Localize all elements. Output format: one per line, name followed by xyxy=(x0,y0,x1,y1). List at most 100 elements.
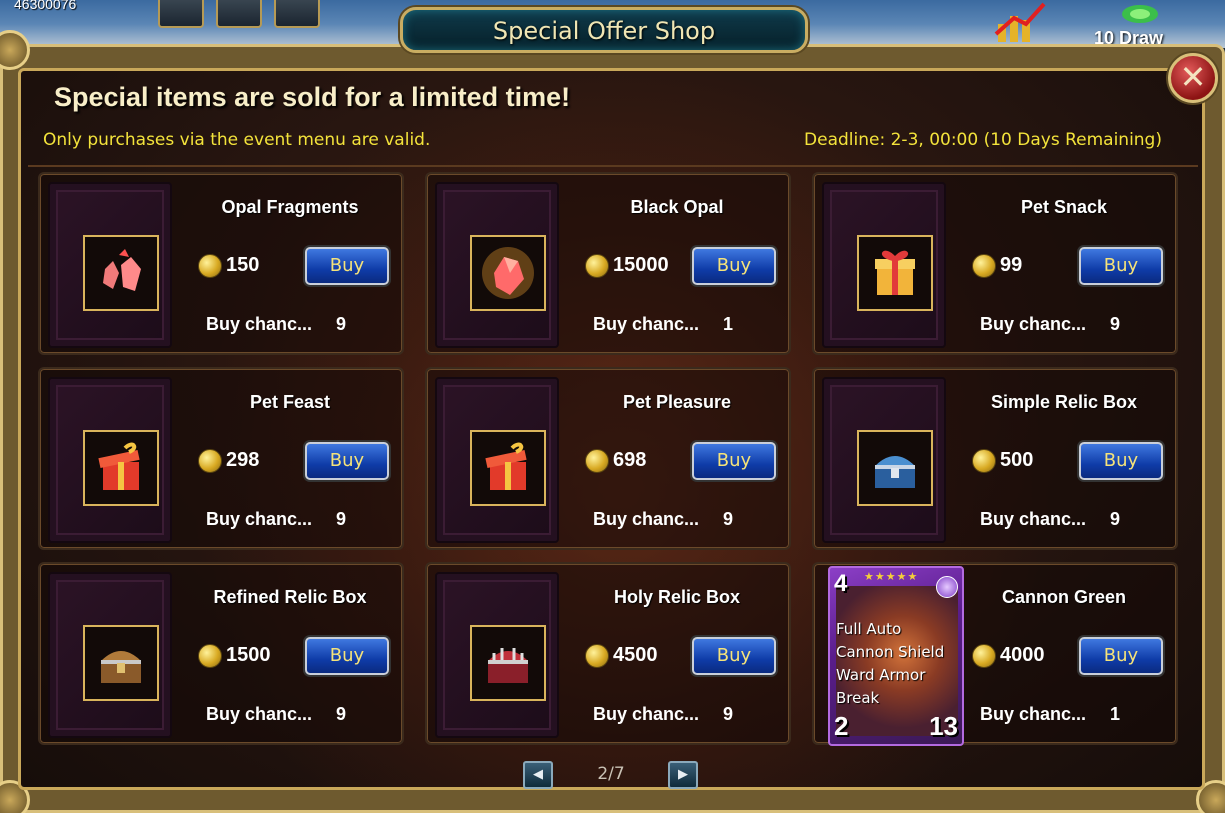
buy-button[interactable]: Buy xyxy=(692,442,776,480)
settings-button[interactable] xyxy=(216,0,262,28)
next-page-button[interactable]: ▶ xyxy=(668,761,698,789)
buy-button[interactable]: Buy xyxy=(692,247,776,285)
page-indicator: 2/7 xyxy=(597,764,625,784)
gold-coin-icon xyxy=(585,449,609,473)
shop-item-card: 4 ★★★★★ Full Auto Cannon Shield Ward Arm… xyxy=(812,562,1178,746)
item-slot xyxy=(822,182,946,348)
buy-chance-value: 9 xyxy=(336,704,347,724)
buy-chance-label: Buy chanc... xyxy=(593,509,700,529)
gold-coin-icon xyxy=(198,449,222,473)
divider xyxy=(28,165,1198,167)
item-slot xyxy=(48,377,172,543)
buy-chance-label: Buy chanc... xyxy=(593,314,700,334)
item-name: Holy Relic Box xyxy=(613,587,741,607)
buy-chance-label: Buy chanc... xyxy=(980,509,1087,529)
purchase-note: Only purchases via the event menu are va… xyxy=(43,130,431,150)
item-name: Refined Relic Box xyxy=(213,587,367,607)
buy-button[interactable]: Buy xyxy=(305,637,389,675)
gold-coin-icon xyxy=(972,644,996,668)
red-gift-icon xyxy=(470,430,546,506)
buy-button[interactable]: Buy xyxy=(305,442,389,480)
item-slot xyxy=(822,377,946,543)
gold-count: 46300076 xyxy=(14,0,77,12)
wooden-chest-icon xyxy=(83,625,159,701)
title-plate: Special Offer Shop xyxy=(400,7,808,53)
buy-chance-label: Buy chanc... xyxy=(206,509,313,529)
hero-skill: Break xyxy=(836,689,880,707)
item-name: Simple Relic Box xyxy=(990,392,1138,412)
buy-chance-label: Buy chanc... xyxy=(593,704,700,724)
deadline-text: Deadline: 2-3, 00:00 (10 Days Remaining) xyxy=(804,130,1162,150)
buy-button[interactable]: Buy xyxy=(1079,442,1163,480)
shop-item-card: Holy Relic Box 4500 Buy Buy chanc... 9 xyxy=(425,562,791,745)
prev-page-button[interactable]: ◀ xyxy=(523,761,553,789)
buy-chance-value: 9 xyxy=(1110,314,1121,334)
gold-coin-icon xyxy=(585,254,609,278)
hero-skill: Full Auto xyxy=(836,620,902,638)
hero-skill: Cannon Shield xyxy=(836,643,945,661)
buy-chance-value: 1 xyxy=(723,314,734,334)
hero-level: 4 xyxy=(834,570,848,597)
buy-button[interactable]: Buy xyxy=(692,637,776,675)
item-name: Opal Fragments xyxy=(221,197,359,217)
hero-attack: 2 xyxy=(834,711,849,741)
item-price: 698 xyxy=(613,449,647,471)
item-name: Pet Pleasure xyxy=(622,392,732,412)
red-gift-icon xyxy=(83,430,159,506)
close-icon: ✕ xyxy=(1179,58,1207,96)
item-name: Cannon Green xyxy=(1001,587,1126,607)
item-price: 500 xyxy=(1000,449,1034,471)
blue-chest-icon xyxy=(857,430,933,506)
buy-chance-value: 9 xyxy=(336,509,347,529)
item-name: Pet Feast xyxy=(249,392,331,412)
gold-coin-icon xyxy=(585,644,609,668)
item-slot xyxy=(435,182,559,348)
shop-item-card: Pet Snack 99 Buy Buy chanc... 9 xyxy=(812,172,1178,355)
shop-item-card: Black Opal 15000 Buy Buy chanc... 1 xyxy=(425,172,791,355)
buy-button[interactable]: Buy xyxy=(305,247,389,285)
item-slot xyxy=(435,377,559,543)
item-price: 4000 xyxy=(1000,644,1045,666)
hero-skill: Ward Armor xyxy=(836,666,926,684)
hero-hp: 13 xyxy=(929,711,958,741)
item-slot xyxy=(48,572,172,738)
item-slot xyxy=(48,182,172,348)
shop-item-card: Simple Relic Box 500 Buy Buy chanc... 9 xyxy=(812,367,1178,550)
item-name: Pet Snack xyxy=(1020,197,1108,217)
gold-coin-icon xyxy=(198,644,222,668)
shop-item-card: Pet Feast 298 Buy Buy chanc... 9 xyxy=(38,367,404,550)
close-button[interactable]: ✕ xyxy=(1168,53,1218,103)
buy-button[interactable]: Buy xyxy=(1079,247,1163,285)
black-opal-icon xyxy=(470,235,546,311)
top-menu-button[interactable] xyxy=(158,0,204,28)
buy-chance-label: Buy chanc... xyxy=(980,704,1087,724)
shop-item-card: Opal Fragments 150 Buy Buy chanc... 9 xyxy=(38,172,404,355)
gift-box-icon xyxy=(857,235,933,311)
opal-fragments-icon xyxy=(83,235,159,311)
top-book-button[interactable] xyxy=(274,0,320,28)
item-price: 298 xyxy=(226,449,260,471)
buy-chance-label: Buy chanc... xyxy=(980,314,1087,334)
buy-chance-value: 9 xyxy=(1110,509,1121,529)
item-name: Black Opal xyxy=(630,197,724,217)
buy-chance-value: 9 xyxy=(723,509,734,529)
item-price: 99 xyxy=(1000,254,1023,276)
gold-coin-icon xyxy=(198,254,222,278)
hero-card[interactable]: 4 ★★★★★ Full Auto Cannon Shield Ward Arm… xyxy=(828,566,964,746)
item-price: 15000 xyxy=(613,254,669,276)
shop-item-card: Refined Relic Box 1500 Buy Buy chanc... … xyxy=(38,562,404,745)
hero-stars: ★★★★★ xyxy=(864,570,919,583)
buy-chance-label: Buy chanc... xyxy=(206,704,313,724)
hero-skills: Full Auto Cannon Shield Ward Armor Break xyxy=(836,618,944,710)
item-slot xyxy=(435,572,559,738)
buy-button[interactable]: Buy xyxy=(1079,637,1163,675)
gold-coin-icon xyxy=(972,449,996,473)
red-chest-icon xyxy=(470,625,546,701)
chart-icon[interactable] xyxy=(990,0,1050,48)
buy-chance-value: 1 xyxy=(1110,704,1121,724)
window-title: Special Offer Shop xyxy=(492,17,716,45)
shop-item-card: Pet Pleasure 698 Buy Buy chanc... 9 xyxy=(425,367,791,550)
buy-chance-value: 9 xyxy=(723,704,734,724)
buy-chance-label: Buy chanc... xyxy=(206,314,313,334)
buy-chance-value: 9 xyxy=(336,314,347,334)
